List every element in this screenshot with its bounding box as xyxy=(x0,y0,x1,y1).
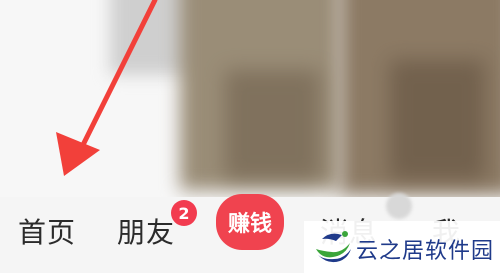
friends-badge: 2 xyxy=(171,200,197,226)
nav-friends[interactable]: 朋友 xyxy=(117,211,175,251)
site-logo-icon xyxy=(316,231,351,263)
earn-button[interactable]: 赚钱 xyxy=(216,194,284,250)
watermark: 云之居软件园 xyxy=(304,221,500,273)
messages-indicator-dot xyxy=(386,193,412,219)
earn-button-label: 赚钱 xyxy=(227,212,272,237)
watermark-text: 云之居软件园 xyxy=(356,239,495,264)
blurred-shadow xyxy=(225,70,320,180)
blurred-feed-content xyxy=(0,0,500,197)
blurred-shadow xyxy=(390,60,485,180)
nav-home[interactable]: 首页 xyxy=(18,211,76,251)
